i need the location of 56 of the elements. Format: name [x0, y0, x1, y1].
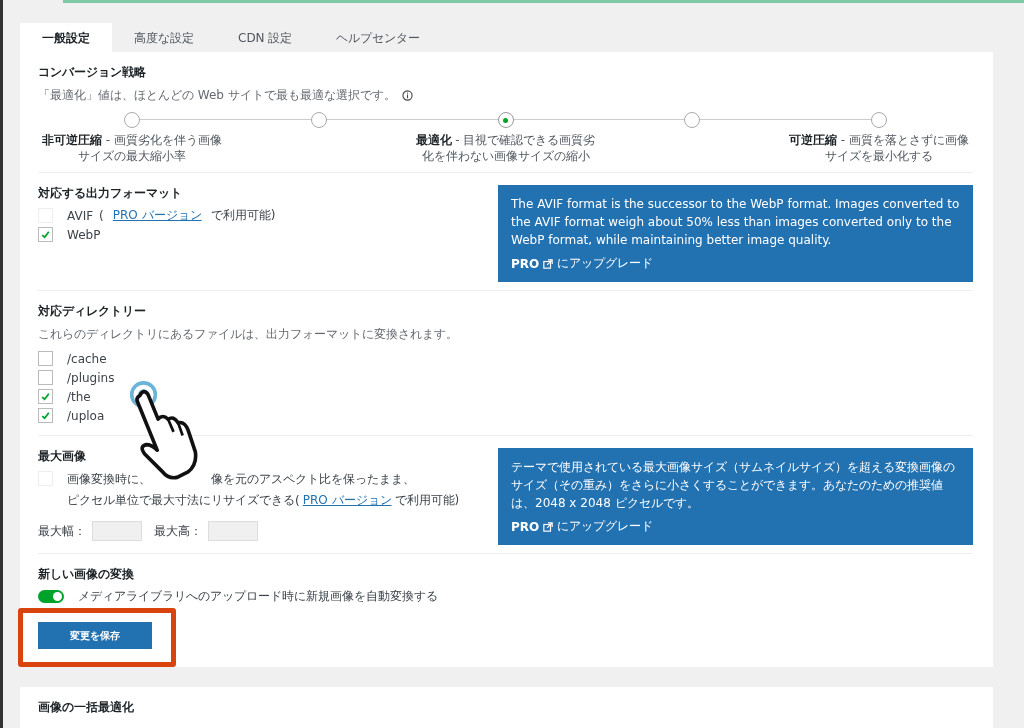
checkbox[interactable] — [38, 370, 53, 386]
directory-label: /the — [67, 389, 91, 404]
slider-stop[interactable] — [684, 112, 701, 128]
paren-text: ( — [99, 208, 104, 223]
hint-text: これらのディレクトリにあるファイルは、出力フォーマットに変換されます。 — [38, 326, 459, 344]
hint-text: 「最適化」値は、ほとんどの Web サイトで最も最適な選択です。 — [38, 87, 396, 104]
toggle-label: メディアライブラリへのアップロード時に新規画像を自動変換する — [78, 588, 438, 606]
toggle-switch[interactable] — [38, 590, 64, 604]
section-heading: コンバージョン戦略 — [38, 64, 147, 81]
check-icon — [40, 391, 51, 403]
slider-stop[interactable] — [124, 112, 140, 128]
checkbox-label: AVIF — [67, 208, 94, 223]
field-label: 最大幅： — [38, 522, 86, 540]
checkbox-label: WebP — [67, 227, 101, 242]
directory-label: /uploa — [67, 408, 105, 423]
pro-link[interactable]: PRO — [511, 256, 540, 271]
pro-version-link[interactable]: PRO バージョン — [302, 492, 392, 510]
description-text: 画像変換時に、 — [67, 471, 151, 489]
option-label: 非可逆圧縮 - 画質劣化を伴う画像サイズの最大縮小率 — [41, 132, 223, 165]
section-heading: 画像の一括最適化 — [38, 699, 135, 717]
external-link-icon — [543, 521, 554, 532]
check-icon — [40, 410, 51, 422]
directory-label: /cache — [67, 351, 107, 366]
info-text: The AVIF format is the successor to the WebP format. Images converted to the AVIF format weigh about 50% less than images converted only to the WebP format, while maintaining better image quality. — [511, 196, 960, 250]
settings-tab[interactable]: 一般設定 — [20, 23, 112, 52]
info-text: テーマで使用されている最大画像サイズ（サムネイルサイズ）を超える変換画像のサイズ（その重み）をさらに小さくすることができます。あなたのための推奨値は、2048 x 2048 ピクセルです。 — [511, 459, 956, 513]
slider-stop[interactable] — [310, 112, 327, 128]
checkbox[interactable] — [38, 389, 53, 405]
section-heading: 最大画像 — [38, 448, 87, 466]
settings-tab[interactable]: ヘルプセンター — [314, 23, 443, 52]
upgrade-text: にアップグレード — [557, 518, 654, 536]
description-text: 像を元のアスペクト比を保ったまま、 — [211, 471, 415, 489]
slider-stop[interactable] — [497, 112, 514, 128]
upgrade-text: にアップグレード — [557, 255, 654, 273]
settings-tab[interactable]: 高度な設定 — [112, 23, 216, 52]
description-text: ピクセル単位で最大寸法にリサイズできる — [67, 492, 295, 510]
section-heading: 対応ディレクトリー — [38, 303, 147, 321]
paren-text: ( — [295, 493, 300, 508]
availability-text: で利用可能) — [394, 492, 460, 510]
directory-label: /plugins — [67, 370, 115, 385]
pro-link[interactable]: PRO — [511, 519, 540, 534]
slider-stop[interactable] — [871, 112, 887, 128]
check-icon — [40, 229, 51, 241]
checkbox[interactable] — [38, 227, 53, 243]
field-label: 最大高： — [154, 522, 202, 540]
section-heading: 対応する出力フォーマット — [38, 185, 183, 203]
settings-tab[interactable]: CDN 設定 — [216, 23, 315, 52]
section-heading: 新しい画像の変換 — [38, 566, 135, 584]
info-icon — [401, 90, 413, 101]
option-label: 可逆圧縮 - 画質を落とさずに画像サイズを最小化する — [788, 132, 970, 165]
save-button[interactable]: 変更を保存 — [38, 622, 152, 650]
availability-text: で利用可能) — [210, 207, 276, 225]
checkbox[interactable] — [38, 408, 53, 424]
external-link-icon — [543, 258, 554, 269]
checkbox[interactable] — [38, 351, 53, 367]
option-label: 最適化 - 目視で確認できる画質劣化を伴わない画像サイズの縮小 — [414, 132, 597, 165]
